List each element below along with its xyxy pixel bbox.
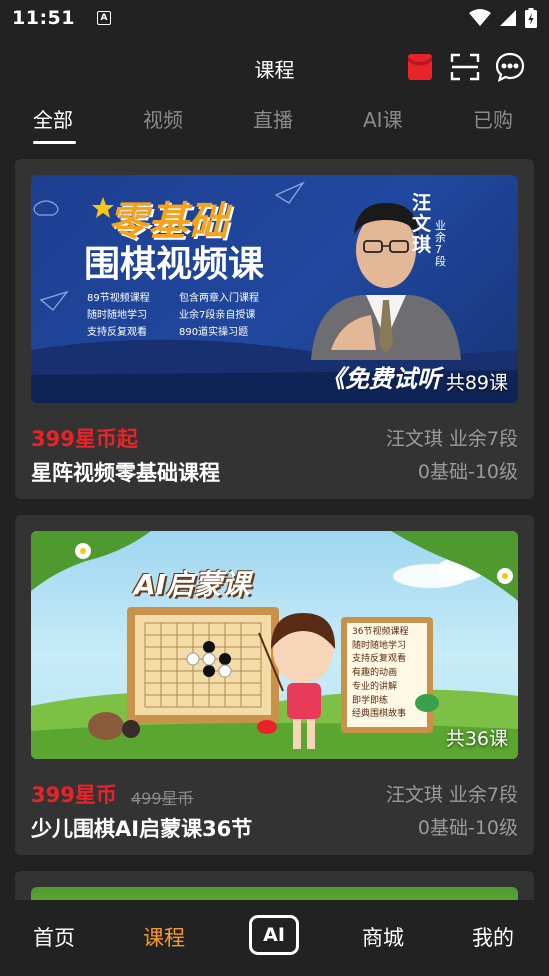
nav-mine[interactable]: 我的: [472, 922, 514, 952]
banner-feature: 有趣的动画: [352, 668, 398, 679]
status-bar: 11:51 A: [0, 0, 549, 36]
banner-feature: 包含两章入门课程: [179, 293, 259, 304]
app-header: 课程: [0, 44, 549, 92]
course-banner[interactable]: 零基础 围棋视频课 汪文琪 业余7段 89节视频课程 包含两章入门课程 随时随地…: [31, 175, 518, 403]
banner-feature: 即学即练: [352, 695, 389, 706]
banner-headline: AI启蒙课: [134, 568, 251, 601]
original-price: 499星币: [131, 789, 194, 808]
nav-ai-button[interactable]: AI: [249, 915, 299, 955]
tab-ai-course[interactable]: AI课: [363, 104, 403, 133]
banner-feature: 业余7段亲自授课: [179, 310, 256, 321]
lesson-count: 共89课: [445, 372, 508, 394]
tab-video[interactable]: 视频: [143, 104, 183, 133]
banner-teacher-name: 汪文琪: [412, 192, 432, 256]
nav-mall[interactable]: 商城: [362, 922, 404, 952]
course-teacher: 汪文琪 业余7段: [385, 428, 518, 450]
wifi-icon: [469, 9, 491, 26]
course-teacher: 汪文琪 业余7段: [385, 784, 518, 806]
banner-features: 36节视频课程 随时随地学习 支持反复观看 有趣的动画 专业的讲解 即学即练 经…: [352, 626, 426, 722]
course-banner[interactable]: AI启蒙课 36节视频课程 随时随地学习 支持反复观看 有趣的动画 专业的讲解 …: [31, 531, 518, 759]
scan-icon: [450, 53, 480, 81]
message-icon: [495, 52, 525, 82]
tab-indicator: [33, 141, 76, 144]
course-title: 少儿围棋AI启蒙课36节: [31, 817, 253, 841]
banner-feature: 经典围棋故事: [352, 709, 407, 720]
banner-feature: 支持反复观看: [352, 654, 407, 665]
banner-features: 89节视频课程 包含两章入门课程 随时随地学习 业余7段亲自授课 支持反复观看 …: [87, 289, 287, 338]
course-level: 0基础-10级: [417, 461, 518, 483]
lesson-count: 共36课: [445, 728, 508, 750]
banner-feature: 89节视频课程: [87, 293, 150, 304]
banner-feature: 随时随地学习: [87, 310, 147, 321]
category-tabs: 全部 视频 直播 AI课 已购: [0, 104, 549, 148]
banner-feature: 890道实操习题: [179, 327, 249, 338]
banner-subheadline: 围棋视频课: [84, 244, 265, 285]
free-trial-label: 《免费试听: [321, 365, 441, 393]
course-level: 0基础-10级: [417, 817, 518, 839]
nav-home[interactable]: 首页: [33, 922, 75, 952]
banner-feature: 专业的讲解: [352, 681, 398, 692]
tab-purchased[interactable]: 已购: [473, 104, 513, 133]
tab-live[interactable]: 直播: [253, 104, 293, 133]
ai-label: AI: [263, 924, 285, 946]
banner-teacher-rank: 业余7段: [435, 219, 446, 268]
tab-all[interactable]: 全部: [33, 104, 73, 133]
banner-feature: 支持反复观看: [87, 327, 147, 338]
course-price: 399星币起: [31, 427, 138, 451]
course-card[interactable]: AI启蒙课 36节视频课程 随时随地学习 支持反复观看 有趣的动画 专业的讲解 …: [15, 515, 534, 855]
banner-feature: 随时随地学习: [352, 640, 407, 651]
status-icons: [469, 8, 537, 28]
banner-feature: 36节视频课程: [352, 627, 409, 637]
course-title: 星阵视频零基础课程: [31, 461, 220, 485]
notification-icon: A: [96, 11, 111, 25]
scan-button[interactable]: [448, 50, 482, 84]
message-button[interactable]: [493, 50, 527, 84]
red-packet-icon: [408, 54, 432, 80]
battery-icon: [525, 8, 537, 28]
status-time: 11:51: [12, 7, 75, 29]
bottom-nav: 首页 课程 AI 商城 我的: [0, 900, 549, 976]
course-price: 399星币: [31, 783, 117, 807]
course-card[interactable]: 零基础 围棋视频课 汪文琪 业余7段 89节视频课程 包含两章入门课程 随时随地…: [15, 159, 534, 499]
nav-courses[interactable]: 课程: [143, 922, 185, 952]
signal-icon: [500, 10, 516, 26]
red-packet-button[interactable]: [403, 50, 437, 84]
